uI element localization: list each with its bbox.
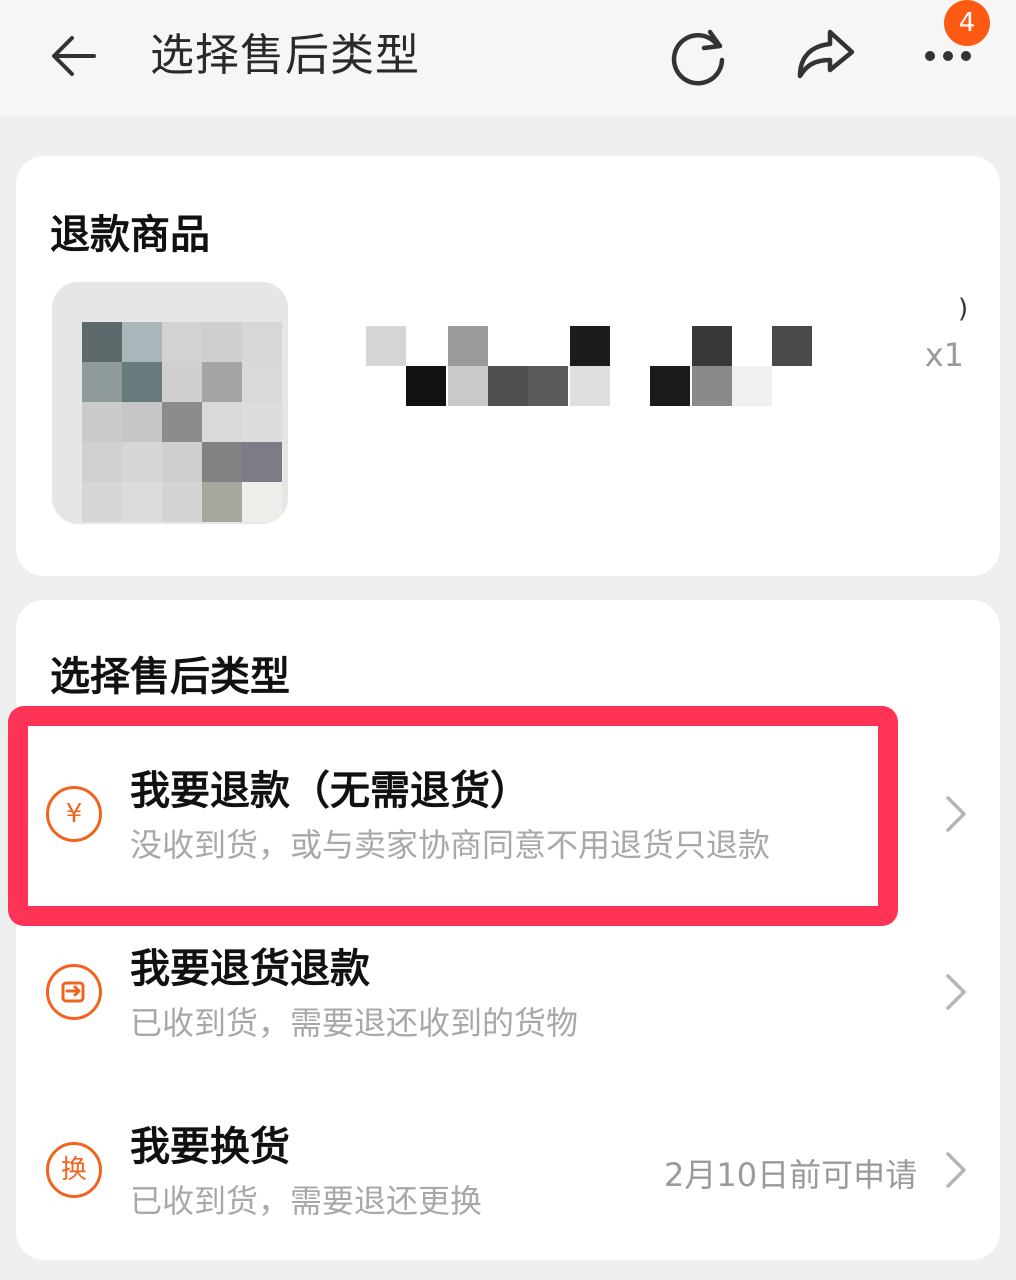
option-title: 我要换货 <box>130 1124 290 1170</box>
share-icon <box>797 29 855 79</box>
section-title-type: 选择售后类型 <box>50 654 290 700</box>
back-button[interactable] <box>44 26 104 86</box>
back-arrow-icon <box>52 36 96 76</box>
product-quantity: x1 <box>924 336 964 374</box>
chevron-right-icon <box>946 1152 966 1188</box>
apply-deadline-text: 2月10日前可申请 <box>664 1156 918 1194</box>
chevron-right-icon <box>946 974 966 1010</box>
product-name-tail: ) <box>958 294 969 324</box>
option-exchange[interactable]: 换 我要换货 已收到货，需要退还更换 2月10日前可申请 <box>16 1084 1000 1254</box>
return-box-icon <box>46 964 102 1020</box>
option-return-refund[interactable]: 我要退货退款 已收到货，需要退还收到的货物 <box>16 906 1000 1076</box>
top-nav-bar: 选择售后类型 4 <box>0 0 1016 116</box>
chevron-right-icon <box>946 796 966 832</box>
option-title: 我要退货退款 <box>130 946 370 992</box>
refresh-button[interactable] <box>666 22 732 88</box>
highlight-box <box>8 706 898 926</box>
option-subtitle: 已收到货，需要退还更换 <box>130 1182 483 1220</box>
product-thumbnail[interactable] <box>52 282 288 524</box>
page-title: 选择售后类型 <box>150 30 420 81</box>
option-subtitle: 已收到货，需要退还收到的货物 <box>130 1004 579 1042</box>
exchange-icon: 换 <box>46 1142 102 1198</box>
section-title-product: 退款商品 <box>50 212 210 258</box>
refund-product-card: 退款商品) x1 <box>16 156 1000 576</box>
share-button[interactable] <box>792 22 858 88</box>
notification-badge: 4 <box>944 0 990 46</box>
after-sale-type-card: 选择售后类型 ¥ 我要退款（无需退货） 没收到货，或与卖家协商同意不用退货只退款… <box>16 600 1000 1260</box>
refresh-icon <box>671 29 725 86</box>
